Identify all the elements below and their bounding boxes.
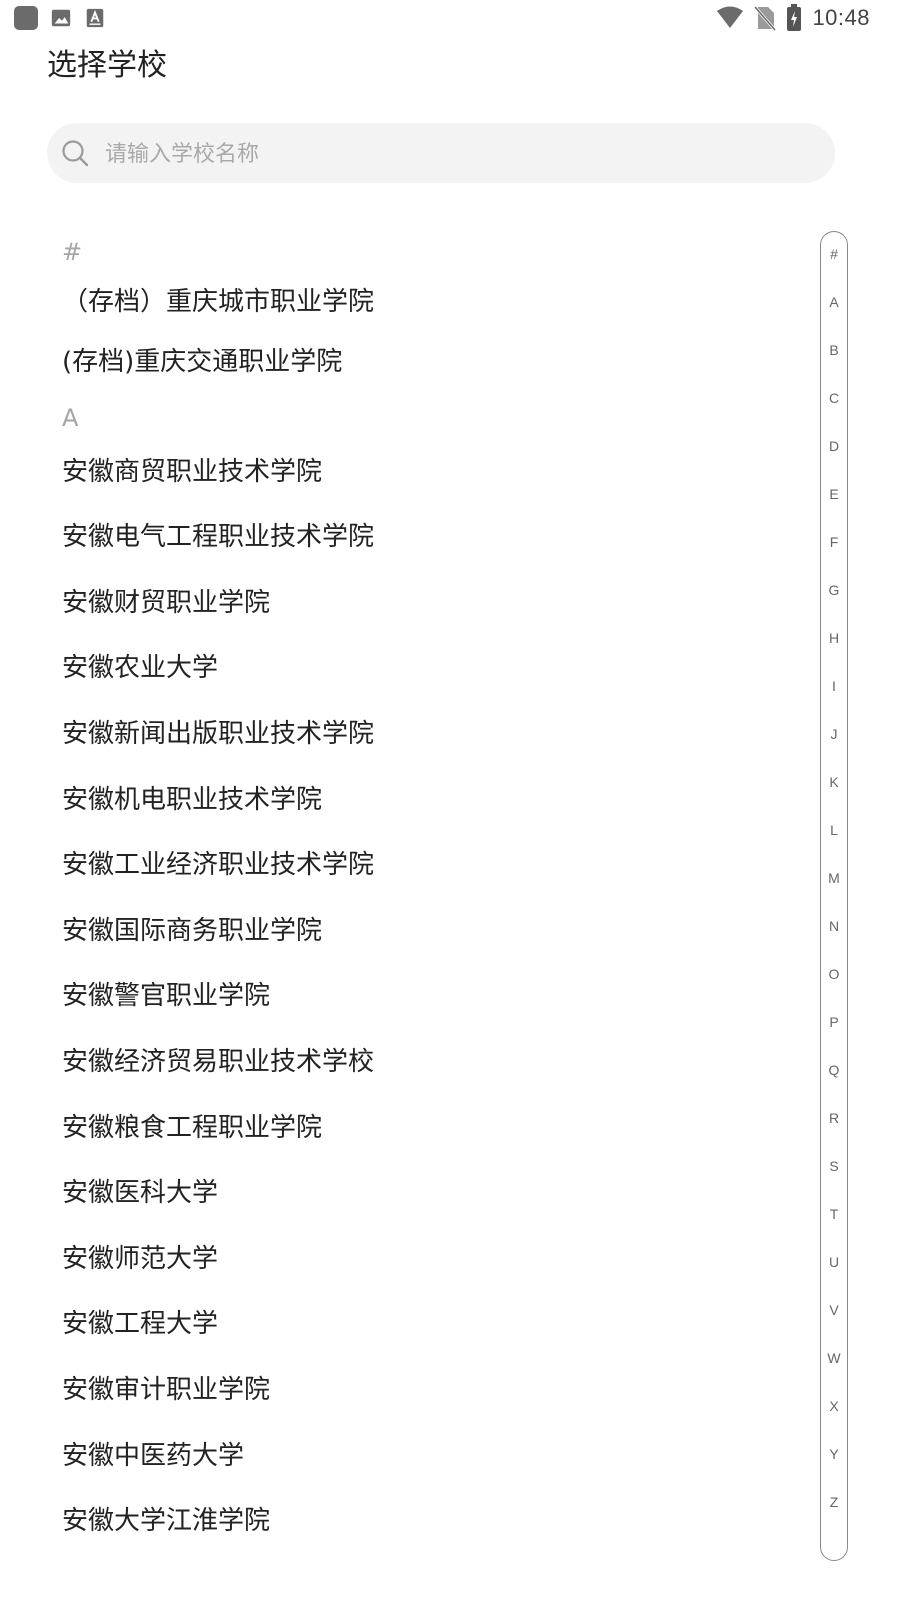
index-letter-p[interactable]: P: [821, 1014, 847, 1030]
index-letter-a[interactable]: A: [821, 294, 847, 310]
index-letter-b[interactable]: B: [821, 342, 847, 358]
search-icon: [62, 140, 89, 167]
index-letter-n[interactable]: N: [821, 918, 847, 934]
school-list: # （存档）重庆城市职业学院 (存档)重庆交通职业学院 A 安徽商贸职业技术学院…: [0, 230, 810, 1555]
index-letter-q[interactable]: Q: [821, 1062, 847, 1078]
clock: 10:48: [812, 5, 870, 30]
index-letter-f[interactable]: F: [821, 534, 847, 550]
school-item[interactable]: （存档）重庆城市职业学院: [0, 274, 810, 330]
index-letter-j[interactable]: J: [821, 726, 847, 742]
battery-charging-icon: [787, 4, 802, 31]
school-item[interactable]: 安徽农业大学: [0, 636, 810, 702]
school-item[interactable]: 安徽经济贸易职业技术学校: [0, 1030, 810, 1096]
school-item[interactable]: 安徽商贸职业技术学院: [0, 440, 810, 506]
index-letter-y[interactable]: Y: [821, 1446, 847, 1462]
school-item[interactable]: 安徽警官职业学院: [0, 964, 810, 1030]
status-bar-notifications: [14, 6, 106, 30]
page-title: 选择学校: [47, 48, 167, 83]
index-letter-h[interactable]: H: [821, 630, 847, 646]
school-item[interactable]: 安徽国际商务职业学院: [0, 899, 810, 965]
school-item[interactable]: 安徽机电职业技术学院: [0, 768, 810, 834]
school-item[interactable]: 安徽师范大学: [0, 1227, 810, 1293]
index-letter-e[interactable]: E: [821, 486, 847, 502]
search-input[interactable]: [103, 133, 807, 175]
school-item[interactable]: (存档)重庆交通职业学院: [0, 330, 810, 396]
index-letter-s[interactable]: S: [821, 1158, 847, 1174]
status-bar: 10:48: [0, 0, 900, 36]
index-letter-v[interactable]: V: [821, 1302, 847, 1318]
index-letter-x[interactable]: X: [821, 1398, 847, 1414]
school-item[interactable]: 安徽粮食工程职业学院: [0, 1096, 810, 1162]
school-item[interactable]: 安徽中医药大学: [0, 1424, 810, 1490]
school-item[interactable]: 安徽大学江淮学院: [0, 1489, 810, 1555]
index-letter-c[interactable]: C: [821, 390, 847, 406]
school-item[interactable]: 安徽医科大学: [0, 1161, 810, 1227]
index-letter-o[interactable]: O: [821, 966, 847, 982]
index-letter-l[interactable]: L: [821, 822, 847, 838]
school-item[interactable]: 安徽工业经济职业技术学院: [0, 833, 810, 899]
section-header-hash: #: [62, 238, 83, 266]
no-sim-icon: [754, 6, 777, 31]
index-letter-d[interactable]: D: [821, 438, 847, 454]
section-header-a: A: [62, 403, 79, 432]
index-letter-u[interactable]: U: [821, 1254, 847, 1270]
index-letter-k[interactable]: K: [821, 774, 847, 790]
app-icon: [14, 6, 38, 30]
school-item[interactable]: 安徽工程大学: [0, 1292, 810, 1358]
alphabet-index-bar[interactable]: # A B C D E F G H I J K L M N O P Q R S …: [820, 231, 848, 1561]
index-letter-w[interactable]: W: [821, 1350, 847, 1366]
search-bar[interactable]: [47, 123, 835, 183]
status-bar-system: 10:48: [716, 4, 870, 32]
school-item[interactable]: 安徽审计职业学院: [0, 1358, 810, 1424]
index-letter-hash[interactable]: #: [821, 246, 847, 262]
index-letter-g[interactable]: G: [821, 582, 847, 598]
index-letter-t[interactable]: T: [821, 1206, 847, 1222]
index-letter-z[interactable]: Z: [821, 1494, 847, 1510]
index-letter-m[interactable]: M: [821, 870, 847, 886]
index-letter-i[interactable]: I: [821, 678, 847, 694]
school-item[interactable]: 安徽财贸职业学院: [0, 571, 810, 637]
index-letter-r[interactable]: R: [821, 1110, 847, 1126]
school-item[interactable]: 安徽新闻出版职业技术学院: [0, 702, 810, 768]
a-badge-icon: [86, 8, 104, 28]
image-icon: [51, 9, 71, 27]
wifi-icon: [717, 6, 744, 28]
school-item[interactable]: 安徽电气工程职业技术学院: [0, 505, 810, 571]
